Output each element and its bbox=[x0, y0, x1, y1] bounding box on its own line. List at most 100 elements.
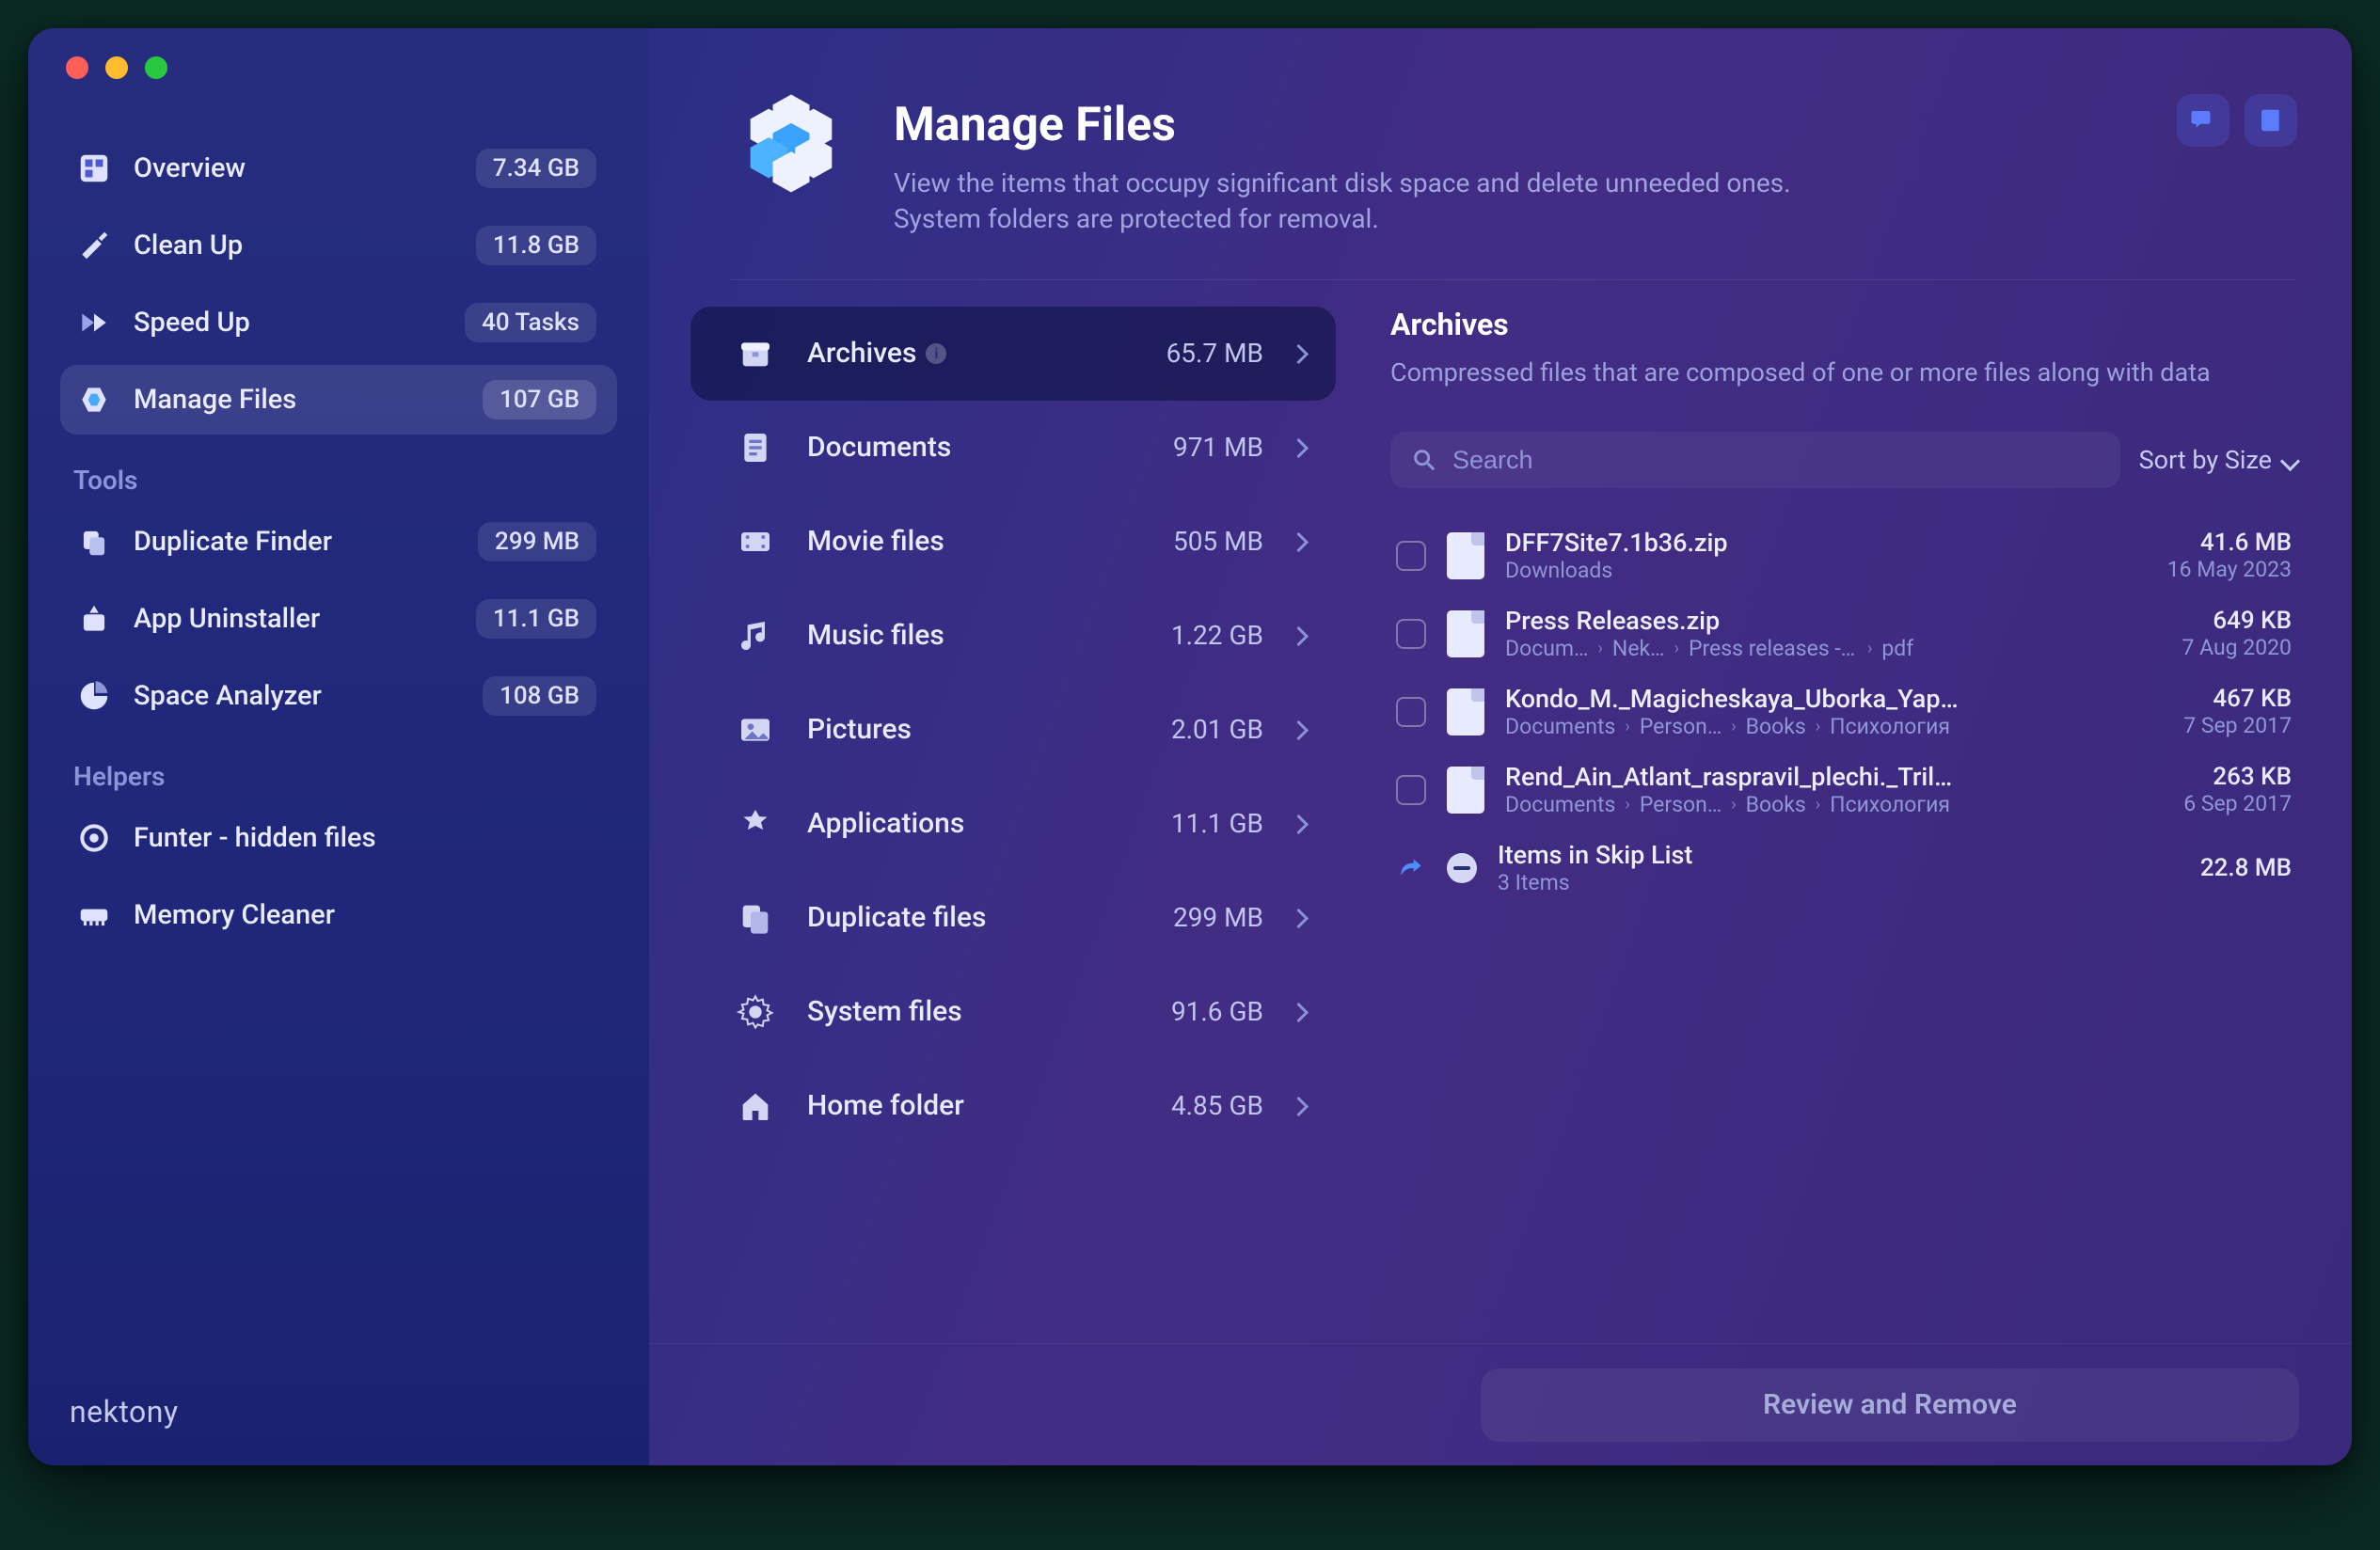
pie-icon bbox=[73, 678, 115, 714]
category-archives[interactable]: Archivesi65.7 MB bbox=[690, 307, 1336, 401]
sidebar-item-label: Duplicate Finder bbox=[134, 526, 478, 558]
file-name: Press Releases.zip bbox=[1505, 606, 2083, 636]
category-label: Pictures bbox=[807, 713, 1171, 746]
category-movies[interactable]: Movie files505 MB bbox=[690, 495, 1336, 589]
sidebar-item-funter[interactable]: Funter - hidden files bbox=[60, 803, 617, 873]
file-row[interactable]: Press Releases.zipDocum…›Nek…›Press rele… bbox=[1390, 594, 2297, 672]
page-subtitle: View the items that occupy significant d… bbox=[894, 166, 1791, 237]
file-icon bbox=[1447, 610, 1484, 657]
sidebar-item-space[interactable]: Space Analyzer108 GB bbox=[60, 661, 617, 731]
fast-icon bbox=[73, 305, 115, 340]
footer: Review and Remove bbox=[649, 1343, 2352, 1465]
category-home[interactable]: Home folder4.85 GB bbox=[690, 1059, 1336, 1153]
sidebar-item-label: Manage Files bbox=[134, 384, 483, 416]
hex-icon bbox=[73, 382, 115, 418]
search-field[interactable] bbox=[1390, 432, 2120, 488]
file-row[interactable]: Rend_Ain_Atlant_raspravil_plechi._Tril…D… bbox=[1390, 751, 2297, 829]
skip-list-size: 22.8 MB bbox=[2103, 854, 2292, 882]
sidebar-item-label: App Uninstaller bbox=[134, 603, 476, 635]
dupfiles-icon bbox=[736, 898, 775, 938]
file-icon bbox=[1447, 532, 1484, 579]
guide-button[interactable] bbox=[2245, 94, 2297, 147]
chevron-right-icon bbox=[1292, 998, 1306, 1026]
category-size: 505 MB bbox=[1173, 526, 1263, 557]
minimize-window[interactable] bbox=[105, 56, 128, 79]
picture-icon bbox=[736, 710, 775, 750]
review-remove-button[interactable]: Review and Remove bbox=[1481, 1368, 2299, 1442]
home-icon bbox=[736, 1086, 775, 1126]
search-icon bbox=[1411, 447, 1437, 473]
sidebar-item-managefiles[interactable]: Manage Files107 GB bbox=[60, 365, 617, 435]
category-label: Movie files bbox=[807, 525, 1173, 558]
file-size: 41.6 MB bbox=[2103, 529, 2292, 557]
file-path: Documents›Person…›Books›Психология bbox=[1505, 792, 2083, 817]
category-size: 65.7 MB bbox=[1166, 338, 1263, 369]
file-name: DFF7Site7.1b36.zip bbox=[1505, 528, 2083, 558]
details-description: Compressed files that are composed of on… bbox=[1390, 356, 2297, 391]
gear-icon bbox=[736, 992, 775, 1032]
sidebar-item-cleanup[interactable]: Clean Up11.8 GB bbox=[60, 211, 617, 280]
category-size: 4.85 GB bbox=[1171, 1090, 1263, 1121]
file-size: 467 KB bbox=[2103, 685, 2292, 713]
category-size: 11.1 GB bbox=[1171, 808, 1263, 839]
file-row[interactable]: Kondo_M._Magicheskaya_Uborka_Yap…Documen… bbox=[1390, 672, 2297, 751]
category-size: 91.6 GB bbox=[1171, 996, 1263, 1027]
search-input[interactable] bbox=[1452, 446, 2100, 475]
category-system[interactable]: System files91.6 GB bbox=[690, 965, 1336, 1059]
zoom-window[interactable] bbox=[145, 56, 167, 79]
sidebar-item-uninstaller[interactable]: App Uninstaller11.1 GB bbox=[60, 584, 617, 654]
file-checkbox[interactable] bbox=[1396, 541, 1426, 571]
sidebar-item-badge: 40 Tasks bbox=[465, 303, 596, 342]
file-checkbox[interactable] bbox=[1396, 619, 1426, 649]
file-name: Kondo_M._Magicheskaya_Uborka_Yap… bbox=[1505, 684, 2083, 714]
chevron-right-icon bbox=[1292, 528, 1306, 556]
sidebar-item-memcleaner[interactable]: Memory Cleaner bbox=[60, 880, 617, 950]
sidebar-item-badge: 108 GB bbox=[483, 676, 596, 716]
share-icon bbox=[1396, 853, 1426, 883]
file-size: 649 KB bbox=[2103, 607, 2292, 635]
sidebar-item-badge: 11.8 GB bbox=[476, 226, 596, 265]
category-documents[interactable]: Documents971 MB bbox=[690, 401, 1336, 495]
sidebar-item-speedup[interactable]: Speed Up40 Tasks bbox=[60, 288, 617, 357]
chevron-right-icon bbox=[1292, 716, 1306, 744]
category-pictures[interactable]: Pictures2.01 GB bbox=[690, 683, 1336, 777]
sidebar-item-label: Funter - hidden files bbox=[134, 822, 596, 854]
sort-button[interactable]: Sort by Size bbox=[2139, 445, 2297, 475]
file-row[interactable]: DFF7Site7.1b36.zipDownloads41.6 MB16 May… bbox=[1390, 516, 2297, 594]
category-size: 971 MB bbox=[1173, 432, 1263, 463]
dashboard-icon bbox=[73, 150, 115, 186]
sidebar-section-helpers: Helpers bbox=[60, 731, 617, 803]
skip-list-name: Items in Skip List bbox=[1498, 840, 2083, 870]
file-icon bbox=[1447, 688, 1484, 735]
category-label: System files bbox=[807, 995, 1171, 1028]
movie-icon bbox=[736, 522, 775, 561]
header: Manage Files View the items that occupy … bbox=[649, 28, 2352, 280]
archive-icon bbox=[736, 334, 775, 373]
chevron-right-icon bbox=[1292, 1092, 1306, 1120]
file-path: Docum…›Nek…›Press releases - history›pdf bbox=[1505, 636, 2083, 661]
category-dups[interactable]: Duplicate files299 MB bbox=[690, 871, 1336, 965]
file-checkbox[interactable] bbox=[1396, 697, 1426, 727]
appicon-icon bbox=[736, 804, 775, 844]
category-label: Applications bbox=[807, 807, 1171, 840]
category-music[interactable]: Music files1.22 GB bbox=[690, 589, 1336, 683]
sidebar-item-dupfinder[interactable]: Duplicate Finder299 MB bbox=[60, 507, 617, 577]
chevron-right-icon bbox=[1292, 810, 1306, 838]
category-list: Archivesi65.7 MBDocuments971 MBMovie fil… bbox=[649, 307, 1355, 1343]
category-apps[interactable]: Applications11.1 GB bbox=[690, 777, 1336, 871]
close-window[interactable] bbox=[66, 56, 88, 79]
broom-icon bbox=[73, 228, 115, 263]
sidebar-item-overview[interactable]: Overview7.34 GB bbox=[60, 134, 617, 203]
chevron-right-icon bbox=[1292, 622, 1306, 650]
chevron-right-icon bbox=[1292, 340, 1306, 368]
feedback-button[interactable] bbox=[2177, 94, 2229, 147]
category-label: Archivesi bbox=[807, 337, 1166, 370]
app-window: Overview7.34 GB Clean Up11.8 GB Speed Up40… bbox=[28, 28, 2352, 1465]
skip-list-sub: 3 Items bbox=[1498, 870, 2083, 895]
sidebar-item-label: Speed Up bbox=[134, 307, 465, 339]
file-icon bbox=[1447, 767, 1484, 814]
file-date: 7 Sep 2017 bbox=[2103, 713, 2292, 738]
skip-list-row[interactable]: Items in Skip List3 Items 22.8 MB bbox=[1390, 829, 2297, 907]
file-checkbox[interactable] bbox=[1396, 775, 1426, 805]
category-label: Documents bbox=[807, 431, 1173, 464]
